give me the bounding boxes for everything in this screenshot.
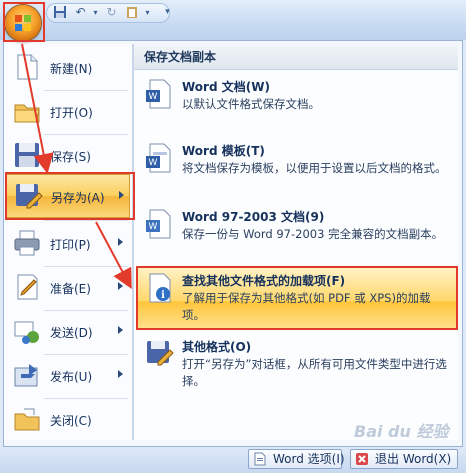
annotation-arrows [21,43,132,290]
options-document-icon [253,452,267,466]
word-options-button[interactable]: Word 选项(I) [248,449,345,469]
word-options-label: Word 选项(I) [273,452,345,466]
watermark: Bai du 经验 [354,422,449,441]
exit-word-label: 退出 Word(X) [375,452,452,466]
menu-bottom-bar: Word 选项(I) 退出 Word(X) [0,447,466,473]
word-office-menu-screenshot: ↶ ▾ ↻ ▾ ▾ 保存文档副本 新建(N) 打开(O) 保存(S) 另存为(A… [0,0,466,473]
arrow-save-as-to-addins [95,221,132,290]
exit-word-button[interactable]: 退出 Word(X) [350,449,458,469]
arrow-office-to-save-as [21,43,54,174]
close-x-icon [355,452,369,466]
office-button-annotation-box [3,2,45,42]
